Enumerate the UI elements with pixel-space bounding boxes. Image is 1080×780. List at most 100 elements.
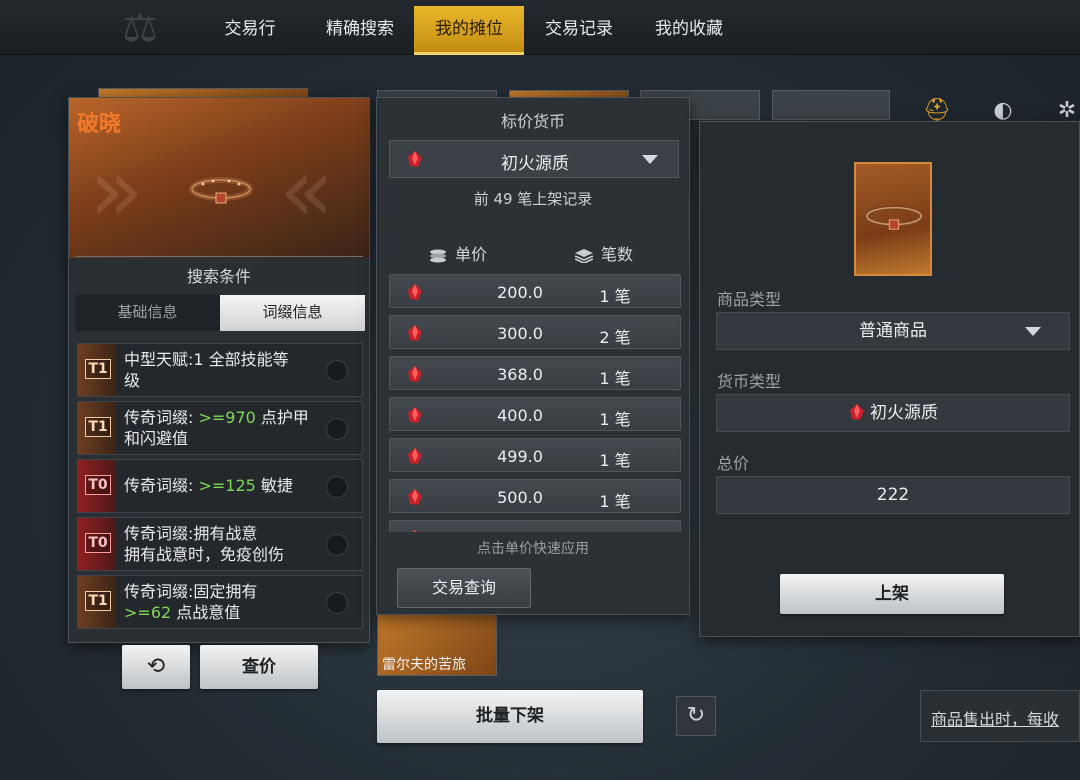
currency-type-value: 初火源质 (870, 403, 938, 423)
decor-chevron: » (89, 138, 145, 243)
fire-crystal-icon (850, 404, 864, 420)
currency-type-field: 初火源质 (716, 394, 1070, 432)
belt-icon (189, 177, 253, 204)
stall-card-caption: 雷尔夫的苦旅 (382, 657, 466, 673)
price-row[interactable]: 368.0 1 笔 (389, 356, 681, 390)
listing-panel: 商品类型 普通商品 货币类型 初火源质 总价 222 上架 (699, 121, 1080, 637)
tab-my-stall[interactable]: 我的摊位 (414, 6, 524, 55)
listing-count: 1 笔 (599, 287, 631, 306)
goods-type-value: 普通商品 (859, 321, 927, 341)
affix-select-radio[interactable] (326, 592, 348, 614)
sale-notice[interactable]: 商品售出时，每收 (920, 690, 1080, 742)
listing-count: 1 笔 (599, 410, 631, 429)
fire-crystal-icon (408, 489, 422, 505)
swap-refresh-icon: ⟲ (146, 654, 166, 679)
stall-card-bg[interactable] (772, 90, 890, 120)
affix-text: 传奇词缀:固定拥有 >=62 点战意值 (124, 582, 258, 622)
affix-text: 传奇词缀: >=970 点护甲 和闪避值 (124, 408, 309, 448)
unit-price: 500.0 (460, 529, 580, 532)
decor-chevron: « (279, 138, 335, 243)
records-note: 前 49 笔上架记录 (473, 190, 593, 208)
chevron-down-icon (642, 155, 658, 164)
goods-type-label: 商品类型 (717, 290, 782, 309)
unit-price: 300.0 (497, 324, 543, 343)
price-row[interactable]: 400.0 1 笔 (389, 397, 681, 431)
item-detail-panel: » « 破晓 搜索条件 基础信息 词缀信息 T1 中型天赋:1 全部技能等级 T… (68, 97, 370, 643)
listing-count: 2 笔 (599, 328, 631, 347)
affix-text: 传奇词缀:拥有战意 拥有战意时，免疫创伤 (124, 524, 285, 564)
refresh-button[interactable]: ↻ (676, 696, 716, 736)
price-row[interactable]: 500.01 笔 (389, 520, 681, 532)
search-conditions-title: 搜索条件 (186, 267, 251, 286)
affix-row[interactable]: T1 传奇词缀: >=970 点护甲 和闪避值 (77, 401, 363, 455)
fire-crystal-icon (408, 448, 422, 464)
affix-row[interactable]: T0 传奇词缀:拥有战意 拥有战意时，免疫创伤 (77, 517, 363, 571)
panel-title: 标价货币 (500, 112, 565, 131)
price-record-list: 200.0 1 笔 300.0 2 笔 368.0 1 笔 400.0 1 笔 499.0 1 笔… (389, 274, 681, 532)
fire-crystal-icon (408, 284, 422, 300)
check-price-button[interactable]: 查价 (200, 645, 318, 689)
fire-crystal-icon (408, 366, 422, 382)
affix-text: 传奇词缀: >=125 敏捷 (124, 476, 293, 495)
listing-count: 1 笔 (580, 529, 650, 532)
total-price-label: 总价 (717, 454, 750, 473)
layers-icon (575, 248, 593, 263)
tab-trade-records[interactable]: 交易记录 (524, 6, 634, 55)
listing-count: 1 笔 (599, 492, 631, 511)
batch-delist-button[interactable]: 批量下架 (377, 690, 643, 743)
top-nav-bar: ⚖ 交易行 精确搜索 我的摊位 交易记录 我的收藏 (0, 0, 1080, 55)
listing-count: 1 笔 (599, 369, 631, 388)
price-currency-panel: 标价货币 初火源质 前 49 笔上架记录 单价 笔数 200.0 1 笔 300.0… (376, 97, 690, 615)
tier-badge: T0 (78, 460, 116, 512)
affix-row[interactable]: T0 传奇词缀: >=125 敏捷 (77, 459, 363, 513)
affix-select-radio[interactable] (326, 360, 348, 382)
fire-crystal-icon (408, 325, 422, 341)
goods-type-dropdown[interactable]: 普通商品 (716, 312, 1070, 350)
fire-crystal-icon (408, 407, 422, 423)
tab-trading-house[interactable]: 交易行 (195, 6, 305, 55)
affix-list: T1 中型天赋:1 全部技能等级 T1 传奇词缀: >=970 点护甲 和闪避值 … (77, 343, 363, 633)
price-row[interactable]: 499.0 1 笔 (389, 438, 681, 472)
chevron-down-icon (1025, 327, 1041, 336)
affix-text: 中型天赋:1 全部技能等级 (124, 350, 289, 390)
column-header-count: 笔数 (575, 241, 633, 265)
currency-dropdown[interactable]: 初火源质 (389, 140, 679, 178)
affix-select-radio[interactable] (326, 418, 348, 440)
tier-badge: T1 (78, 344, 116, 396)
price-row[interactable]: 200.0 1 笔 (389, 274, 681, 308)
scale-logo-icon: ⚖ (122, 5, 158, 51)
price-row[interactable]: 300.0 2 笔 (389, 315, 681, 349)
price-row[interactable]: 500.0 1 笔 (389, 479, 681, 513)
item-header: » « 破晓 (69, 98, 369, 258)
unit-price: 200.0 (497, 283, 543, 302)
tab-precise-search[interactable]: 精确搜索 (305, 6, 415, 55)
currency-type-label: 货币类型 (717, 372, 782, 391)
tier-badge: T0 (78, 518, 116, 570)
listing-count: 1 笔 (599, 451, 631, 470)
item-thumbnail (854, 162, 932, 276)
coins-icon (430, 249, 446, 262)
affix-row[interactable]: T1 中型天赋:1 全部技能等级 (77, 343, 363, 397)
item-name: 破晓 (77, 112, 122, 137)
belt-icon (864, 204, 924, 230)
refresh-swap-button[interactable]: ⟲ (122, 645, 190, 689)
unit-price: 368.0 (497, 365, 543, 384)
currency-value: 初火源质 (501, 154, 569, 174)
tab-my-favorites[interactable]: 我的收藏 (634, 6, 744, 55)
affix-select-radio[interactable] (326, 534, 348, 556)
tab-basic-info[interactable]: 基础信息 (75, 295, 220, 331)
refresh-icon: ↻ (686, 703, 706, 728)
tier-badge: T1 (78, 576, 116, 628)
tab-affix-info[interactable]: 词缀信息 (220, 295, 365, 331)
list-item-button[interactable]: 上架 (780, 574, 1004, 614)
trade-query-button[interactable]: 交易查询 (397, 568, 531, 608)
unit-price: 499.0 (497, 447, 543, 466)
affix-select-radio[interactable] (326, 476, 348, 498)
unit-price: 400.0 (497, 406, 543, 425)
tier-badge: T1 (78, 402, 116, 454)
divider (75, 256, 363, 257)
affix-row[interactable]: T1 传奇词缀:固定拥有 >=62 点战意值 (77, 575, 363, 629)
total-price-input[interactable]: 222 (716, 476, 1070, 514)
unit-price: 500.0 (497, 488, 543, 507)
quick-apply-tip: 点击单价快速应用 (477, 541, 589, 557)
